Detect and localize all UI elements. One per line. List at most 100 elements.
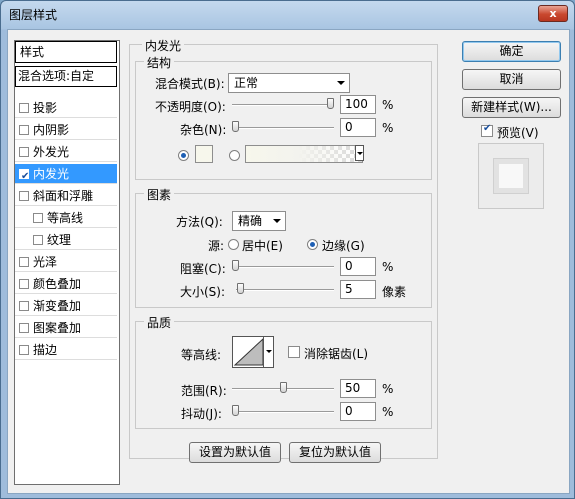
- range-label: 范围(R):: [181, 384, 227, 398]
- chevron-down-icon: [266, 350, 272, 353]
- reset-default-button[interactable]: 复位为默认值: [289, 442, 381, 463]
- style-list-item[interactable]: 描边: [15, 340, 117, 360]
- noise-label: 杂色(N):: [180, 123, 227, 137]
- style-list-item-label: 纹理: [47, 233, 72, 247]
- close-icon: x: [549, 7, 557, 20]
- checkmark-icon: ✔: [21, 171, 30, 182]
- style-checkbox[interactable]: [19, 257, 29, 267]
- dialog-title: 图层样式: [9, 8, 58, 22]
- new-style-button[interactable]: 新建样式(W)...: [462, 97, 561, 118]
- style-list-item-label: 光泽: [33, 255, 58, 269]
- method-label: 方法(Q):: [176, 215, 223, 229]
- title-bar: 图层样式 x: [1, 1, 574, 27]
- anti-alias-checkbox[interactable]: [288, 346, 300, 358]
- checkmark-icon: ✔: [483, 123, 492, 134]
- style-list-item-label: 图案叠加: [33, 321, 82, 335]
- noise-unit: %: [382, 121, 394, 135]
- preview-label[interactable]: 预览(V): [497, 124, 539, 141]
- style-list-item-label: 投影: [33, 101, 58, 115]
- inner-glow-title: 内发光: [142, 37, 185, 54]
- layer-style-dialog: 图层样式 x 样式 混合选项:自定 投影 内阴影 外发光 ✔ 内发光 斜面和浮雕 等高线 纹理…: [0, 0, 575, 499]
- contour-picker[interactable]: [232, 336, 274, 368]
- source-edge-radio[interactable]: [307, 239, 318, 250]
- style-list-item[interactable]: 纹理: [15, 230, 117, 250]
- style-list-item-label: 斜面和浮雕: [33, 189, 94, 203]
- style-checkbox[interactable]: [33, 213, 43, 223]
- structure-title: 结构: [144, 54, 175, 71]
- elements-title: 图素: [144, 186, 175, 203]
- style-checkbox[interactable]: [19, 301, 29, 311]
- ok-button[interactable]: 确定: [462, 41, 561, 62]
- blend-mode-select[interactable]: 正常: [228, 73, 350, 93]
- style-checkbox[interactable]: [19, 323, 29, 333]
- source-edge-label[interactable]: 边缘(G): [322, 237, 365, 254]
- jitter-label: 抖动(J):: [181, 407, 222, 421]
- size-slider-track[interactable]: [236, 289, 334, 291]
- source-center-label[interactable]: 居中(E): [242, 237, 283, 254]
- range-unit: %: [382, 382, 394, 396]
- jitter-slider-thumb[interactable]: [232, 405, 239, 416]
- chevron-down-icon: [273, 219, 281, 223]
- preview-thumbnail: [478, 143, 544, 209]
- style-list-item[interactable]: 投影: [15, 98, 117, 118]
- choke-unit: %: [382, 260, 394, 274]
- quality-title: 品质: [144, 314, 175, 331]
- range-input[interactable]: 50: [340, 379, 376, 398]
- glow-color-swatch[interactable]: [195, 145, 213, 163]
- opacity-input[interactable]: 100: [340, 95, 376, 114]
- noise-slider-thumb[interactable]: [232, 121, 239, 132]
- style-list-item[interactable]: 颜色叠加: [15, 274, 117, 294]
- noise-slider-track[interactable]: [232, 127, 334, 129]
- style-checkbox[interactable]: [19, 345, 29, 355]
- style-checkbox[interactable]: [19, 279, 29, 289]
- close-button[interactable]: x: [538, 5, 568, 22]
- style-list-item[interactable]: ✔ 内发光: [15, 164, 117, 184]
- jitter-input[interactable]: 0: [340, 402, 376, 421]
- size-unit: 像素: [382, 285, 407, 299]
- anti-alias-label[interactable]: 消除锯齿(L): [304, 345, 368, 362]
- style-checkbox[interactable]: [19, 147, 29, 157]
- structure-group: 结构 混合模式(B): 正常 不透明度(O): 100 % 杂色(N): 0 %: [135, 54, 432, 180]
- inner-glow-group: 内发光 结构 混合模式(B): 正常 不透明度(O): 100 % 杂色(N):…: [129, 37, 438, 463]
- jitter-slider-track[interactable]: [232, 411, 334, 413]
- gradient-radio[interactable]: [229, 150, 240, 161]
- blend-options-item[interactable]: 混合选项:自定: [15, 66, 117, 87]
- choke-input[interactable]: 0: [340, 257, 376, 276]
- gradient-swatch[interactable]: [245, 145, 363, 163]
- style-list-item[interactable]: 光泽: [15, 252, 117, 272]
- style-checkbox[interactable]: [33, 235, 43, 245]
- opacity-unit: %: [382, 98, 394, 112]
- make-default-button[interactable]: 设置为默认值: [189, 442, 281, 463]
- choke-label: 阻塞(C):: [180, 262, 226, 276]
- size-slider-thumb[interactable]: [237, 283, 244, 294]
- style-list-item-label: 渐变叠加: [33, 299, 82, 313]
- style-list-item[interactable]: 斜面和浮雕: [15, 186, 117, 206]
- choke-slider-track[interactable]: [232, 266, 334, 268]
- style-list-item[interactable]: 图案叠加: [15, 318, 117, 338]
- size-label: 大小(S):: [180, 285, 226, 299]
- size-input[interactable]: 5: [340, 280, 376, 299]
- opacity-slider-track[interactable]: [232, 104, 334, 106]
- style-checkbox[interactable]: [19, 191, 29, 201]
- style-list-item[interactable]: 外发光: [15, 142, 117, 162]
- quality-group: 品质 等高线: 消除锯齿(L) 范围(R): 50 % 抖动(J): 0 %: [135, 314, 432, 429]
- style-checkbox[interactable]: ✔: [19, 169, 29, 182]
- style-list-item[interactable]: 等高线: [15, 208, 117, 228]
- style-list-item-label: 颜色叠加: [33, 277, 82, 291]
- noise-input[interactable]: 0: [340, 118, 376, 137]
- range-slider-thumb[interactable]: [279, 382, 287, 393]
- opacity-slider-thumb[interactable]: [327, 98, 334, 109]
- style-list-item[interactable]: 内阴影: [15, 120, 117, 140]
- preview-checkbox[interactable]: ✔: [481, 123, 493, 137]
- style-checkbox[interactable]: [19, 125, 29, 135]
- choke-slider-thumb[interactable]: [232, 260, 239, 271]
- solid-color-radio[interactable]: [178, 150, 189, 161]
- source-center-radio[interactable]: [228, 239, 239, 250]
- gradient-dropdown[interactable]: [355, 145, 364, 161]
- method-select[interactable]: 精确: [232, 211, 286, 231]
- cancel-button[interactable]: 取消: [462, 69, 561, 90]
- style-list-header[interactable]: 样式: [15, 41, 117, 63]
- style-list-item[interactable]: 渐变叠加: [15, 296, 117, 316]
- style-list: 样式 混合选项:自定 投影内阴影 外发光 ✔ 内发光斜面和浮雕等高线纹理光泽颜色叠加渐…: [14, 40, 120, 485]
- style-checkbox[interactable]: [19, 103, 29, 113]
